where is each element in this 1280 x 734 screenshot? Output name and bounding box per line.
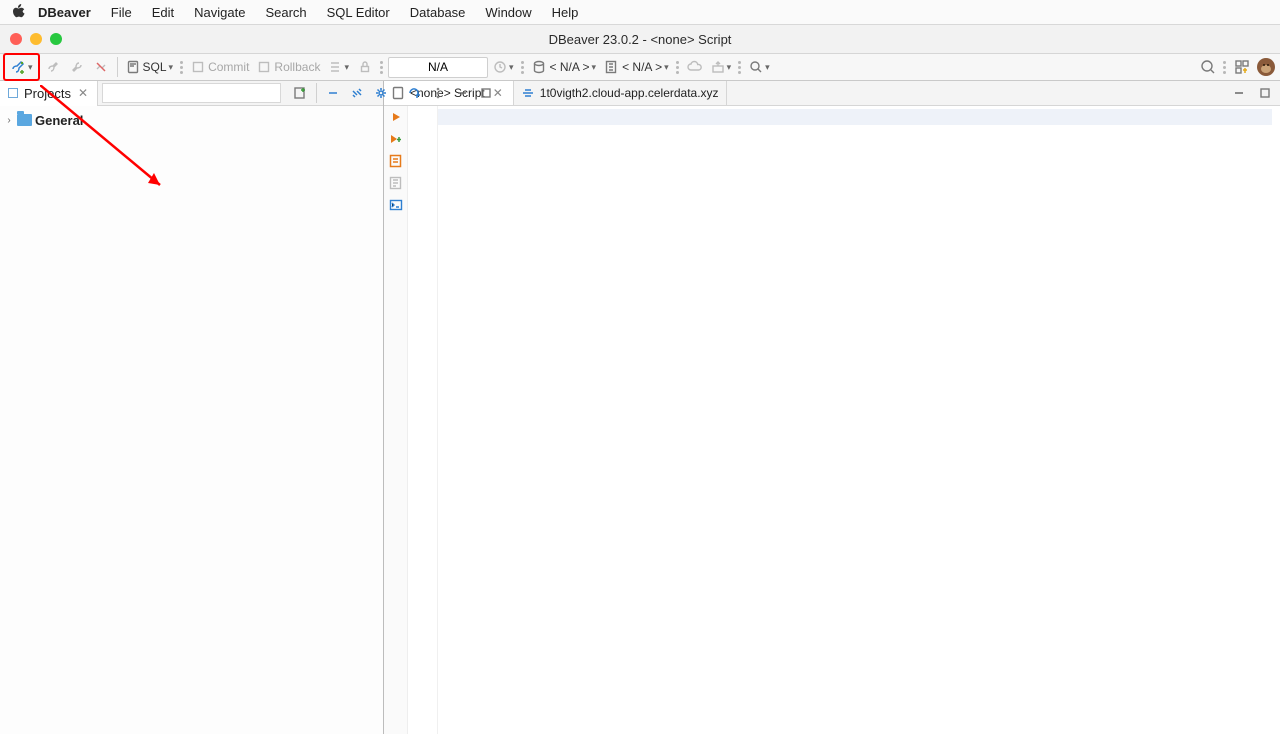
menu-window[interactable]: Window	[475, 0, 541, 25]
tree-root-item[interactable]: › General	[2, 110, 381, 130]
editor-pane: <none> Script ✕ 1t0vigth2.cloud-app.cele…	[384, 81, 1280, 734]
chevron-down-icon: ▾	[664, 62, 669, 73]
execute-script-button[interactable]	[388, 153, 404, 169]
menu-database[interactable]: Database	[400, 0, 476, 25]
menu-file[interactable]: File	[101, 0, 142, 25]
close-icon[interactable]: ✕	[75, 86, 91, 100]
projects-tab-label: Projects	[24, 86, 71, 101]
main-toolbar: ▾ SQL ▾ Commit Rollback ▾ ▾ < N/A >	[0, 54, 1280, 81]
view-menu-button[interactable]	[427, 82, 449, 104]
database-selector[interactable]: < N/A > ▾	[529, 56, 600, 78]
execute-new-tab-button[interactable]	[388, 131, 404, 147]
projects-tree[interactable]: › General	[0, 106, 383, 734]
connection-icon	[521, 86, 535, 100]
commit-button[interactable]: Commit	[188, 56, 252, 78]
chevron-down-icon: ▾	[28, 62, 33, 73]
chevron-down-icon: ▾	[344, 62, 349, 73]
sql-editor-area[interactable]	[408, 106, 1280, 734]
lock-button[interactable]	[354, 56, 376, 78]
menu-sql-editor[interactable]: SQL Editor	[317, 0, 400, 25]
projects-tab[interactable]: Projects ✕	[0, 81, 98, 106]
toolbar-handle[interactable]	[1223, 58, 1227, 76]
connect-button[interactable]	[42, 56, 64, 78]
perspective-button[interactable]	[1231, 56, 1253, 78]
chevron-down-icon: ▾	[509, 62, 514, 73]
menu-edit[interactable]: Edit	[142, 0, 184, 25]
maximize-view-button[interactable]	[475, 82, 497, 104]
chevron-down-icon: ▾	[592, 62, 597, 73]
menu-app-name[interactable]: DBeaver	[28, 0, 101, 25]
chevron-down-icon: ▾	[765, 62, 770, 73]
sql-editor-button[interactable]: SQL ▾	[123, 56, 177, 78]
disconnect-button[interactable]	[90, 56, 112, 78]
rollback-label: Rollback	[274, 60, 320, 74]
terminal-button[interactable]	[388, 197, 404, 213]
search-button[interactable]: ▾	[746, 56, 773, 78]
cloud-button[interactable]	[684, 56, 706, 78]
maximize-editor-button[interactable]	[1254, 82, 1276, 104]
refresh-button[interactable]	[403, 82, 425, 104]
collapse-all-button[interactable]	[322, 82, 344, 104]
editor-tab-connection[interactable]: 1t0vigth2.cloud-app.celerdata.xyz	[514, 81, 727, 105]
new-connection-button[interactable]: ▾	[7, 56, 36, 78]
line-number-margin	[408, 106, 438, 734]
projects-sidebar: Projects ✕ › General	[0, 81, 384, 734]
commit-label: Commit	[208, 60, 249, 74]
chevron-down-icon: ▾	[727, 62, 732, 73]
folder-icon	[17, 114, 32, 126]
sql-label: SQL	[143, 60, 167, 74]
current-line-highlight	[438, 109, 1272, 125]
configure-button[interactable]	[370, 82, 392, 104]
toolbar-handle[interactable]	[180, 58, 184, 76]
minimize-view-button[interactable]	[451, 82, 473, 104]
menu-help[interactable]: Help	[542, 0, 589, 25]
toolbar-handle[interactable]	[521, 58, 525, 76]
deploy-button[interactable]: ▾	[708, 56, 735, 78]
macos-menubar: DBeaver File Edit Navigate Search SQL Ed…	[0, 0, 1280, 25]
editor-tab-label: 1t0vigth2.cloud-app.celerdata.xyz	[540, 86, 719, 100]
chevron-down-icon: ▾	[169, 62, 174, 73]
window-titlebar: DBeaver 23.0.2 - <none> Script	[0, 25, 1280, 54]
db-selector-label: < N/A >	[550, 60, 590, 74]
menu-navigate[interactable]: Navigate	[184, 0, 255, 25]
apple-logo-icon[interactable]	[8, 4, 28, 20]
editor-vertical-toolbar	[384, 106, 408, 734]
minimize-editor-button[interactable]	[1228, 82, 1250, 104]
toolbar-handle[interactable]	[738, 58, 742, 76]
transaction-mode-button[interactable]: ▾	[325, 56, 352, 78]
global-search-button[interactable]	[1197, 56, 1219, 78]
projects-icon	[6, 86, 20, 100]
toolbar-handle[interactable]	[380, 58, 384, 76]
menu-search[interactable]: Search	[255, 0, 316, 25]
highlight-annotation: ▾	[3, 53, 40, 81]
rollback-button[interactable]: Rollback	[254, 56, 323, 78]
explain-plan-button[interactable]	[388, 175, 404, 191]
toolbar-handle[interactable]	[676, 58, 680, 76]
window-title: DBeaver 23.0.2 - <none> Script	[0, 32, 1280, 47]
datasource-selector[interactable]	[388, 57, 488, 78]
execute-button[interactable]	[388, 109, 404, 125]
create-project-button[interactable]	[289, 82, 311, 104]
reconnect-button[interactable]	[66, 56, 88, 78]
filter-input[interactable]	[102, 83, 281, 103]
tree-item-label: General	[35, 113, 83, 128]
chevron-right-icon[interactable]: ›	[4, 115, 14, 126]
schema-selector[interactable]: < N/A > ▾	[601, 56, 672, 78]
link-editor-button[interactable]	[346, 82, 368, 104]
history-button[interactable]: ▾	[490, 56, 517, 78]
schema-selector-label: < N/A >	[622, 60, 662, 74]
app-avatar-icon[interactable]	[1255, 56, 1277, 78]
